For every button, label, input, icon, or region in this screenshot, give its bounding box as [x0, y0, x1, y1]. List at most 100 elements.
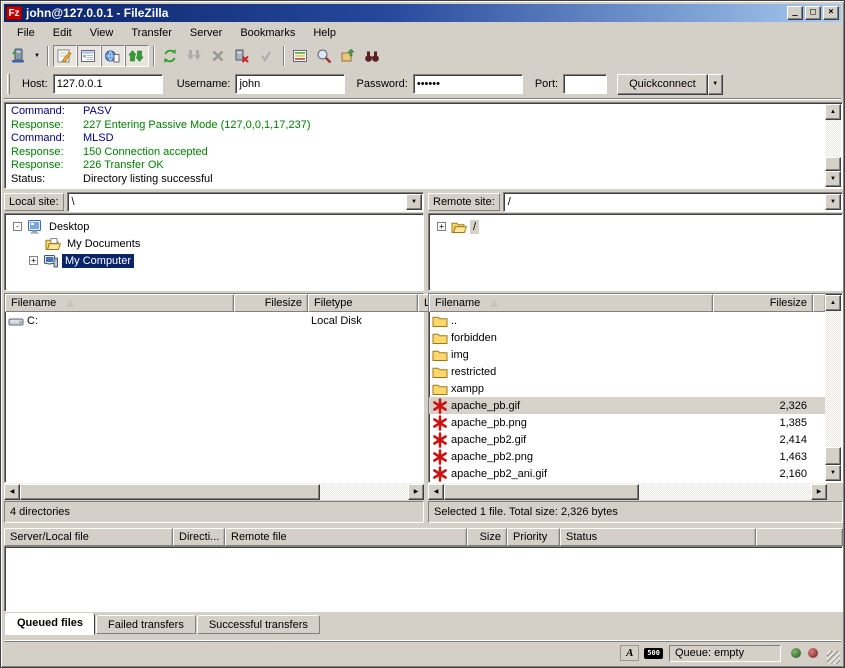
- expand-icon[interactable]: +: [437, 222, 446, 231]
- cancel-button[interactable]: [207, 45, 231, 67]
- file-row[interactable]: apache_pb.png1,385: [429, 414, 826, 431]
- column-label: Status: [566, 531, 597, 543]
- menu-help[interactable]: Help: [304, 24, 345, 42]
- refresh-button[interactable]: [159, 45, 183, 67]
- message-log-icon: [56, 48, 72, 64]
- scroll-left-icon[interactable]: ◀: [4, 484, 20, 500]
- file-row[interactable]: apache_pb2.png1,463: [429, 448, 826, 465]
- scrollbar-thumb[interactable]: [825, 447, 841, 465]
- file-name: C:: [27, 315, 38, 327]
- column-direction[interactable]: Directi...: [173, 528, 225, 546]
- toggle-local-tree-button[interactable]: [77, 45, 101, 67]
- column-priority[interactable]: Priority: [507, 528, 560, 546]
- tree-item-my-documents[interactable]: My Documents: [45, 235, 143, 252]
- column-status[interactable]: Status: [560, 528, 756, 546]
- scroll-down-icon[interactable]: ▼: [825, 465, 841, 481]
- file-row[interactable]: xampp: [429, 380, 826, 397]
- disconnect-button[interactable]: [231, 45, 255, 67]
- file-row[interactable]: ..: [429, 312, 826, 329]
- local-site-value: \: [72, 196, 75, 208]
- tab-failed-transfers[interactable]: Failed transfers: [96, 615, 196, 634]
- quickconnect-button[interactable]: Quickconnect: [617, 74, 708, 95]
- file-row[interactable]: restricted: [429, 363, 826, 380]
- toolbar-separator: [47, 46, 49, 66]
- expand-icon[interactable]: +: [29, 256, 38, 265]
- tab-queued-files[interactable]: Queued files: [5, 613, 95, 635]
- chevron-down-icon[interactable]: ▼: [825, 194, 841, 210]
- username-input[interactable]: [235, 74, 345, 94]
- scroll-left-icon[interactable]: ◀: [428, 484, 444, 500]
- menu-edit[interactable]: Edit: [44, 24, 81, 42]
- menu-server[interactable]: Server: [181, 24, 231, 42]
- file-row-selected[interactable]: apache_pb.gif2,326: [429, 397, 826, 414]
- minimize-button[interactable]: _: [787, 6, 803, 20]
- tree-item-label: My Documents: [64, 237, 143, 251]
- tree-item-root[interactable]: + /: [437, 218, 479, 235]
- menu-bookmarks[interactable]: Bookmarks: [231, 24, 304, 42]
- file-row[interactable]: C: Local Disk: [5, 312, 423, 329]
- log-text: 226 Transfer OK: [83, 159, 164, 173]
- scroll-down-icon[interactable]: ▼: [825, 171, 841, 187]
- close-button[interactable]: ×: [823, 6, 839, 20]
- host-label: Host:: [22, 78, 48, 90]
- port-input[interactable]: [563, 74, 607, 94]
- scrollbar-thumb[interactable]: [20, 484, 320, 500]
- column-filetype[interactable]: Filetype: [308, 294, 418, 312]
- file-row[interactable]: apache_pb2_ani.gif2,160: [429, 465, 826, 482]
- menu-file[interactable]: File: [8, 24, 44, 42]
- file-row[interactable]: apache_pb2.gif2,414: [429, 431, 826, 448]
- column-filesize[interactable]: Filesize: [234, 294, 308, 312]
- maximize-button[interactable]: □: [805, 6, 821, 20]
- resize-grip[interactable]: [827, 651, 840, 664]
- collapse-icon[interactable]: -: [13, 222, 22, 231]
- toggle-queue-button[interactable]: [125, 45, 149, 67]
- tab-successful-transfers[interactable]: Successful transfers: [197, 615, 320, 634]
- remote-hscrollbar[interactable]: ◀ ▶: [428, 483, 827, 500]
- toggle-log-button[interactable]: [53, 45, 77, 67]
- column-server-local-file[interactable]: Server/Local file: [4, 528, 173, 546]
- host-input[interactable]: [53, 74, 163, 94]
- scroll-right-icon[interactable]: ▶: [811, 484, 827, 500]
- quickconnect-dropdown[interactable]: ▼: [708, 74, 723, 95]
- column-filename[interactable]: Filename: [429, 294, 713, 312]
- file-row[interactable]: forbidden: [429, 329, 826, 346]
- title-bar[interactable]: Fz john@127.0.0.1 - FileZilla _ □ ×: [4, 4, 841, 22]
- synchronized-browsing-icon: [316, 48, 332, 64]
- tree-item-my-computer[interactable]: + My Computer: [29, 252, 134, 269]
- chevron-down-icon[interactable]: ▼: [406, 194, 422, 210]
- toggle-remote-tree-button[interactable]: [101, 45, 125, 67]
- local-tree: - Desktop My Documents + My Computer: [4, 213, 424, 291]
- filter-button[interactable]: [337, 45, 361, 67]
- site-manager-button[interactable]: [7, 45, 31, 67]
- remote-site-combo[interactable]: /▼: [503, 192, 843, 212]
- process-queue-button[interactable]: [183, 45, 207, 67]
- find-files-button[interactable]: [361, 45, 385, 67]
- column-filename[interactable]: Filename: [5, 294, 234, 312]
- column-label: Directi...: [179, 531, 219, 543]
- toolbar-grip[interactable]: [7, 74, 10, 94]
- password-input[interactable]: [413, 74, 523, 94]
- toolbar-separator: [283, 46, 285, 66]
- local-hscrollbar[interactable]: ◀ ▶: [4, 483, 424, 500]
- column-filesize[interactable]: Filesize: [713, 294, 813, 312]
- scrollbar-thumb[interactable]: [825, 157, 841, 171]
- directory-comparison-button[interactable]: [289, 45, 313, 67]
- site-manager-dropdown[interactable]: ▼: [31, 45, 43, 67]
- log-line: Response:226 Transfer OK: [5, 159, 842, 173]
- tree-item-desktop[interactable]: - Desktop: [13, 218, 92, 235]
- menu-transfer[interactable]: Transfer: [122, 24, 181, 42]
- sort-ascending-icon: [66, 300, 74, 307]
- scrollbar-thumb[interactable]: [444, 484, 639, 500]
- column-remote-file[interactable]: Remote file: [225, 528, 467, 546]
- synchronized-browsing-button[interactable]: [313, 45, 337, 67]
- remote-list-scrollbar[interactable]: ▲ ▼: [825, 295, 841, 481]
- local-site-combo[interactable]: \▼: [67, 192, 424, 212]
- menu-view[interactable]: View: [81, 24, 123, 42]
- reconnect-button[interactable]: [255, 45, 279, 67]
- scroll-up-icon[interactable]: ▲: [825, 295, 841, 311]
- column-size[interactable]: Size: [467, 528, 507, 546]
- file-row[interactable]: img: [429, 346, 826, 363]
- scroll-up-icon[interactable]: ▲: [825, 104, 841, 120]
- log-scrollbar[interactable]: ▲ ▼: [825, 104, 841, 187]
- scroll-right-icon[interactable]: ▶: [408, 484, 424, 500]
